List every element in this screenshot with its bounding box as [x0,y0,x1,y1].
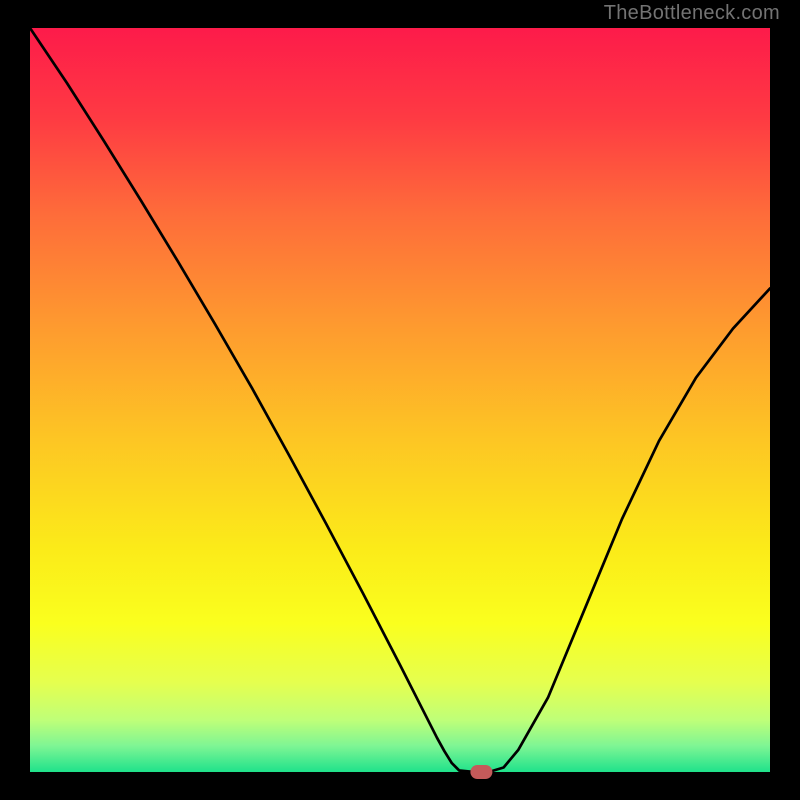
chart-frame: TheBottleneck.com [0,0,800,800]
bottleneck-chart [0,0,800,800]
watermark-text: TheBottleneck.com [604,2,780,25]
